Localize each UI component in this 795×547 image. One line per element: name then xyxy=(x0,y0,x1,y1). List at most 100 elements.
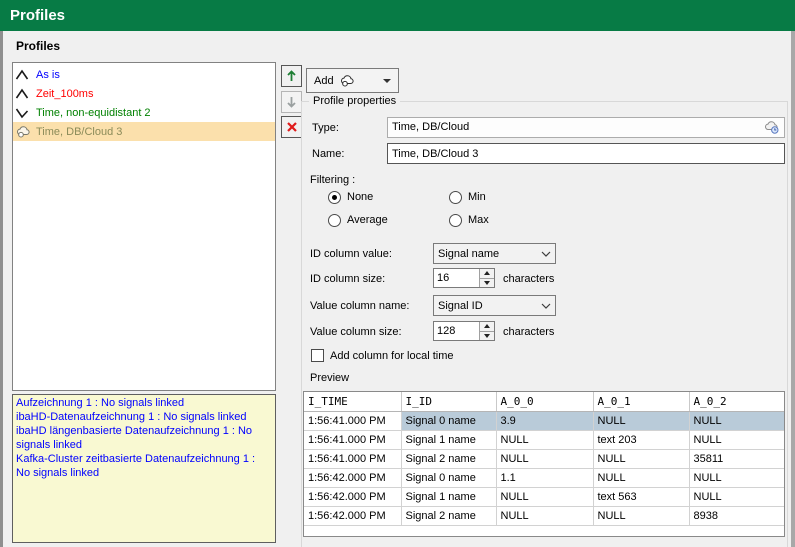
window-frame-left xyxy=(0,31,3,547)
preview-table-cell[interactable]: 35811 xyxy=(689,449,785,468)
profile-properties-label: Profile properties xyxy=(309,95,400,107)
preview-table-cell[interactable]: NULL xyxy=(689,430,785,449)
spin-up-icon[interactable] xyxy=(480,269,494,279)
preview-table-cell[interactable]: NULL xyxy=(593,411,689,430)
preview-table-cell[interactable]: NULL xyxy=(689,487,785,506)
value-column-size-spinner[interactable]: 128 xyxy=(433,321,495,341)
preview-table-row[interactable]: 1:56:41.000 PMSignal 2 nameNULLNULL35811 xyxy=(304,449,785,468)
profiles-listbox[interactable]: As is Zeit_100ms Time, non-equidistant 2 Ti… xyxy=(12,62,276,391)
spin-up-icon[interactable] xyxy=(480,322,494,332)
preview-table-cell[interactable]: 8938 xyxy=(689,506,785,525)
preview-table-row[interactable]: 1:56:42.000 PMSignal 2 nameNULLNULL8938 xyxy=(304,506,785,525)
filter-radio-label: None xyxy=(347,191,373,203)
add-profile-button[interactable]: Add xyxy=(306,68,399,93)
preview-table-cell[interactable]: Signal 2 name xyxy=(401,449,496,468)
value-column-name-combobox[interactable]: Signal ID xyxy=(433,295,556,316)
cloud-clock-icon xyxy=(15,125,32,138)
preview-table-cell[interactable]: 1:56:41.000 PM xyxy=(304,430,401,449)
preview-table-cell[interactable]: NULL xyxy=(689,468,785,487)
filter-radio-average[interactable]: Average xyxy=(328,213,449,227)
profile-list-item-label: As is xyxy=(36,69,60,81)
filter-radio-label: Average xyxy=(347,214,388,226)
profile-list-item-label: Time, DB/Cloud 3 xyxy=(36,126,122,138)
profile-list-item[interactable]: Time, DB/Cloud 3 xyxy=(13,122,275,141)
profile-list-item[interactable]: Time, non-equidistant 2 xyxy=(13,103,275,122)
preview-table-cell[interactable]: NULL xyxy=(496,506,593,525)
value-column-name-label: Value column name: xyxy=(310,300,409,312)
preview-column-header[interactable]: I_TIME xyxy=(304,392,401,411)
arrow-up-icon xyxy=(286,70,297,82)
preview-table-row[interactable]: 1:56:42.000 PMSignal 0 name1.1NULLNULL xyxy=(304,468,785,487)
preview-table-cell[interactable]: NULL xyxy=(496,487,593,506)
cloud-clock-icon xyxy=(763,120,781,141)
preview-table-cell[interactable]: text 563 xyxy=(593,487,689,506)
preview-column-header[interactable]: A_0_1 xyxy=(593,392,689,411)
spin-down-icon[interactable] xyxy=(480,332,494,341)
type-value: Time, DB/Cloud xyxy=(392,121,469,133)
preview-table-cell[interactable]: 1:56:42.000 PM xyxy=(304,506,401,525)
filter-radio-max[interactable]: Max xyxy=(449,213,588,227)
preview-table-cell[interactable]: NULL xyxy=(593,449,689,468)
chevron-down-icon xyxy=(541,303,551,309)
preview-table-cell[interactable]: NULL xyxy=(689,411,785,430)
name-input[interactable] xyxy=(387,143,785,164)
local-time-checkbox-label: Add column for local time xyxy=(330,350,454,362)
preview-table-row[interactable]: 1:56:41.000 PMSignal 1 nameNULLtext 203N… xyxy=(304,430,785,449)
recorder-message: ibaHD längenbasierte Datenaufzeichnung 1… xyxy=(16,424,272,452)
preview-table-cell[interactable]: Signal 0 name xyxy=(401,468,496,487)
preview-table-cell[interactable]: 3.9 xyxy=(496,411,593,430)
id-column-value-combobox[interactable]: Signal name xyxy=(433,243,556,264)
type-field[interactable]: Time, DB/Cloud xyxy=(387,117,785,138)
preview-table-cell[interactable]: Signal 1 name xyxy=(401,487,496,506)
preview-table-cell[interactable]: NULL xyxy=(496,430,593,449)
id-column-size-label: ID column size: xyxy=(310,273,385,285)
preview-column-header[interactable]: A_0_0 xyxy=(496,392,593,411)
move-up-button[interactable] xyxy=(281,65,302,87)
preview-table-row[interactable]: 1:56:41.000 PMSignal 0 name3.9NULLNULL xyxy=(304,411,785,430)
profile-list-item[interactable]: As is xyxy=(13,65,275,84)
profile-list-item-label: Zeit_100ms xyxy=(36,88,93,100)
recorder-message: ibaHD-Datenaufzeichnung 1 : No signals l… xyxy=(16,410,272,424)
delete-profile-button[interactable] xyxy=(281,116,302,138)
arrow-down-icon xyxy=(286,96,297,108)
preview-table-cell[interactable]: Signal 1 name xyxy=(401,430,496,449)
filtering-label: Filtering : xyxy=(310,174,355,186)
preview-column-header[interactable]: I_ID xyxy=(401,392,496,411)
add-button-label: Add xyxy=(314,75,334,87)
line-valley-icon xyxy=(15,106,32,119)
filter-radio-label: Min xyxy=(468,191,486,203)
preview-table-cell[interactable]: NULL xyxy=(593,468,689,487)
profiles-group-label: Profiles xyxy=(16,39,60,53)
move-down-button[interactable] xyxy=(281,91,302,113)
filtering-radio-group: None Min Average Max xyxy=(328,190,588,227)
filter-radio-none[interactable]: None xyxy=(328,190,449,204)
profile-list-item-label: Time, non-equidistant 2 xyxy=(36,107,151,119)
id-column-size-spinner[interactable]: 16 xyxy=(433,268,495,288)
preview-table-cell[interactable]: Signal 2 name xyxy=(401,506,496,525)
radio-circle-icon[interactable] xyxy=(449,214,462,227)
value-column-size-label: Value column size: xyxy=(310,326,402,338)
preview-table-cell[interactable]: 1:56:41.000 PM xyxy=(304,449,401,468)
preview-table-cell[interactable]: 1:56:41.000 PM xyxy=(304,411,401,430)
preview-table-cell[interactable]: 1.1 xyxy=(496,468,593,487)
cloud-clock-icon xyxy=(339,74,356,87)
preview-table-cell[interactable]: Signal 0 name xyxy=(401,411,496,430)
filter-radio-min[interactable]: Min xyxy=(449,190,588,204)
profile-list-item[interactable]: Zeit_100ms xyxy=(13,84,275,103)
preview-table-row[interactable]: 1:56:42.000 PMSignal 1 nameNULLtext 563N… xyxy=(304,487,785,506)
preview-label: Preview xyxy=(310,372,349,384)
preview-column-header[interactable]: A_0_2 xyxy=(689,392,785,411)
line-peak-icon xyxy=(15,87,32,100)
preview-table-cell[interactable]: 1:56:42.000 PM xyxy=(304,487,401,506)
radio-circle-icon[interactable] xyxy=(328,191,341,204)
radio-circle-icon[interactable] xyxy=(449,191,462,204)
recorder-message: Aufzeichnung 1 : No signals linked xyxy=(16,396,272,410)
local-time-checkbox[interactable] xyxy=(311,349,324,362)
preview-table-cell[interactable]: text 203 xyxy=(593,430,689,449)
preview-table-cell[interactable]: NULL xyxy=(496,449,593,468)
spin-down-icon[interactable] xyxy=(480,279,494,288)
radio-circle-icon[interactable] xyxy=(328,214,341,227)
value-column-size-value: 128 xyxy=(434,322,479,340)
preview-table-cell[interactable]: NULL xyxy=(593,506,689,525)
preview-table-cell[interactable]: 1:56:42.000 PM xyxy=(304,468,401,487)
